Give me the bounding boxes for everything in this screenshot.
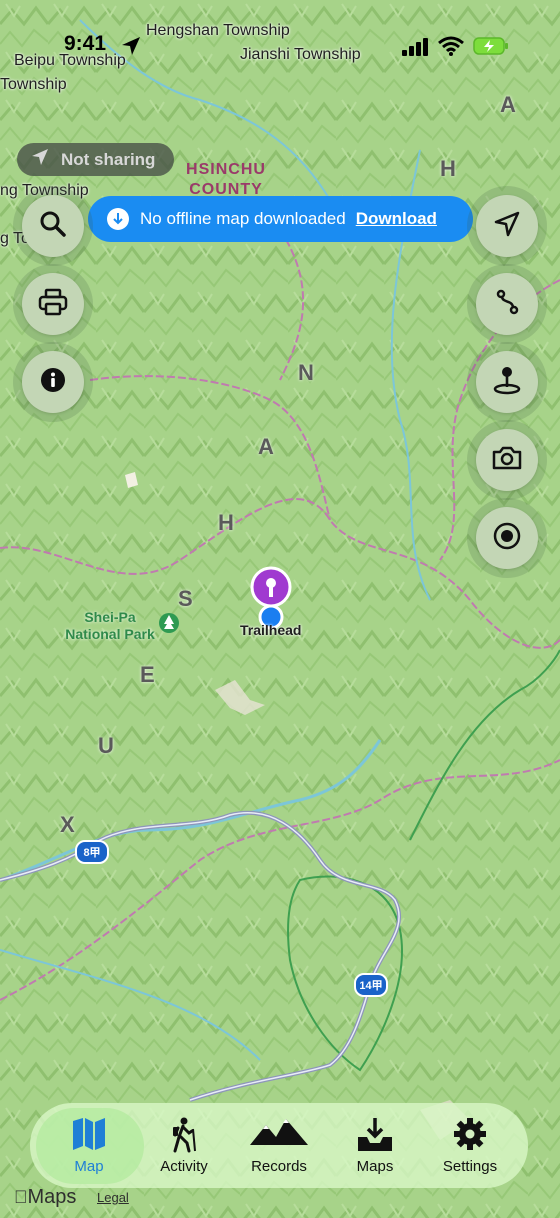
gear-icon (420, 1117, 520, 1153)
map-label-township: Township (0, 76, 67, 93)
battery-icon (473, 36, 509, 61)
search-icon (39, 210, 67, 243)
range-letter: H (218, 510, 238, 535)
park-tree-icon[interactable] (158, 612, 180, 639)
tab-records[interactable]: Records (229, 1103, 329, 1188)
tab-map[interactable]: Map (39, 1103, 139, 1188)
range-letter: N (298, 360, 318, 385)
locate-button[interactable] (476, 195, 538, 257)
printer-icon (38, 288, 68, 321)
location-sharing-status[interactable]: Not sharing (17, 143, 174, 176)
map-label-beipu: Beipu Township (14, 52, 126, 69)
map-label-hengshan: Hengshan Township (146, 22, 290, 39)
range-letter: H (440, 156, 460, 181)
range-letter: X (60, 812, 79, 837)
apple-maps-attribution: Maps (14, 1186, 76, 1209)
range-letter: U (98, 733, 118, 758)
apple-logo-icon:  (14, 1187, 28, 1207)
range-letter: A (258, 434, 278, 459)
tab-label: Maps (356, 1158, 394, 1175)
info-button[interactable] (22, 351, 84, 413)
navigation-arrow-icon (494, 211, 520, 242)
tab-label: Settings (442, 1158, 498, 1175)
maps-wordmark: Maps (14, 1186, 77, 1208)
search-button[interactable] (22, 195, 84, 257)
record-icon (493, 522, 521, 555)
waypoint-button[interactable] (476, 351, 538, 413)
range-letter: E (140, 662, 159, 687)
tab-settings[interactable]: Settings (420, 1103, 520, 1188)
tab-maps[interactable]: Maps (325, 1103, 425, 1188)
info-icon (40, 367, 66, 398)
download-arrow-icon (107, 208, 129, 230)
camera-icon (491, 445, 523, 476)
route-shield: 14甲 (354, 973, 388, 997)
tab-label: Activity (160, 1158, 208, 1175)
camera-button[interactable] (476, 429, 538, 491)
poi-label-national-park[interactable]: Shei-Pa National Park (62, 609, 158, 643)
sharing-label: Not sharing (61, 149, 156, 169)
route-button[interactable] (476, 273, 538, 335)
map-icon (39, 1117, 139, 1153)
tab-label: Map (74, 1158, 104, 1175)
record-button[interactable] (476, 507, 538, 569)
map-label-county: HSINCHU COUNTY (186, 161, 266, 198)
download-tray-icon (325, 1117, 425, 1153)
offline-map-banner: No offline map downloaded Download (88, 196, 473, 242)
map-label-trailhead[interactable]: Trailhead (240, 622, 301, 638)
print-button[interactable] (22, 273, 84, 335)
tab-label: Records (251, 1158, 307, 1175)
cellular-signal-icon (402, 38, 430, 61)
range-letter: S (178, 586, 197, 611)
map-label-jianshi: Jianshi Township (240, 46, 361, 63)
route-shield: 8甲 (75, 840, 109, 864)
range-letter: A (500, 92, 520, 117)
hiker-icon (134, 1117, 234, 1153)
download-link[interactable]: Download (356, 209, 437, 229)
wifi-icon (438, 36, 464, 61)
legal-link[interactable]: Legal (97, 1190, 129, 1205)
mountains-icon (229, 1117, 329, 1153)
tab-activity[interactable]: Activity (134, 1103, 234, 1188)
banner-message: No offline map downloaded (140, 209, 346, 228)
location-arrow-icon (31, 148, 49, 171)
pin-icon (493, 365, 521, 400)
route-icon (494, 289, 520, 320)
